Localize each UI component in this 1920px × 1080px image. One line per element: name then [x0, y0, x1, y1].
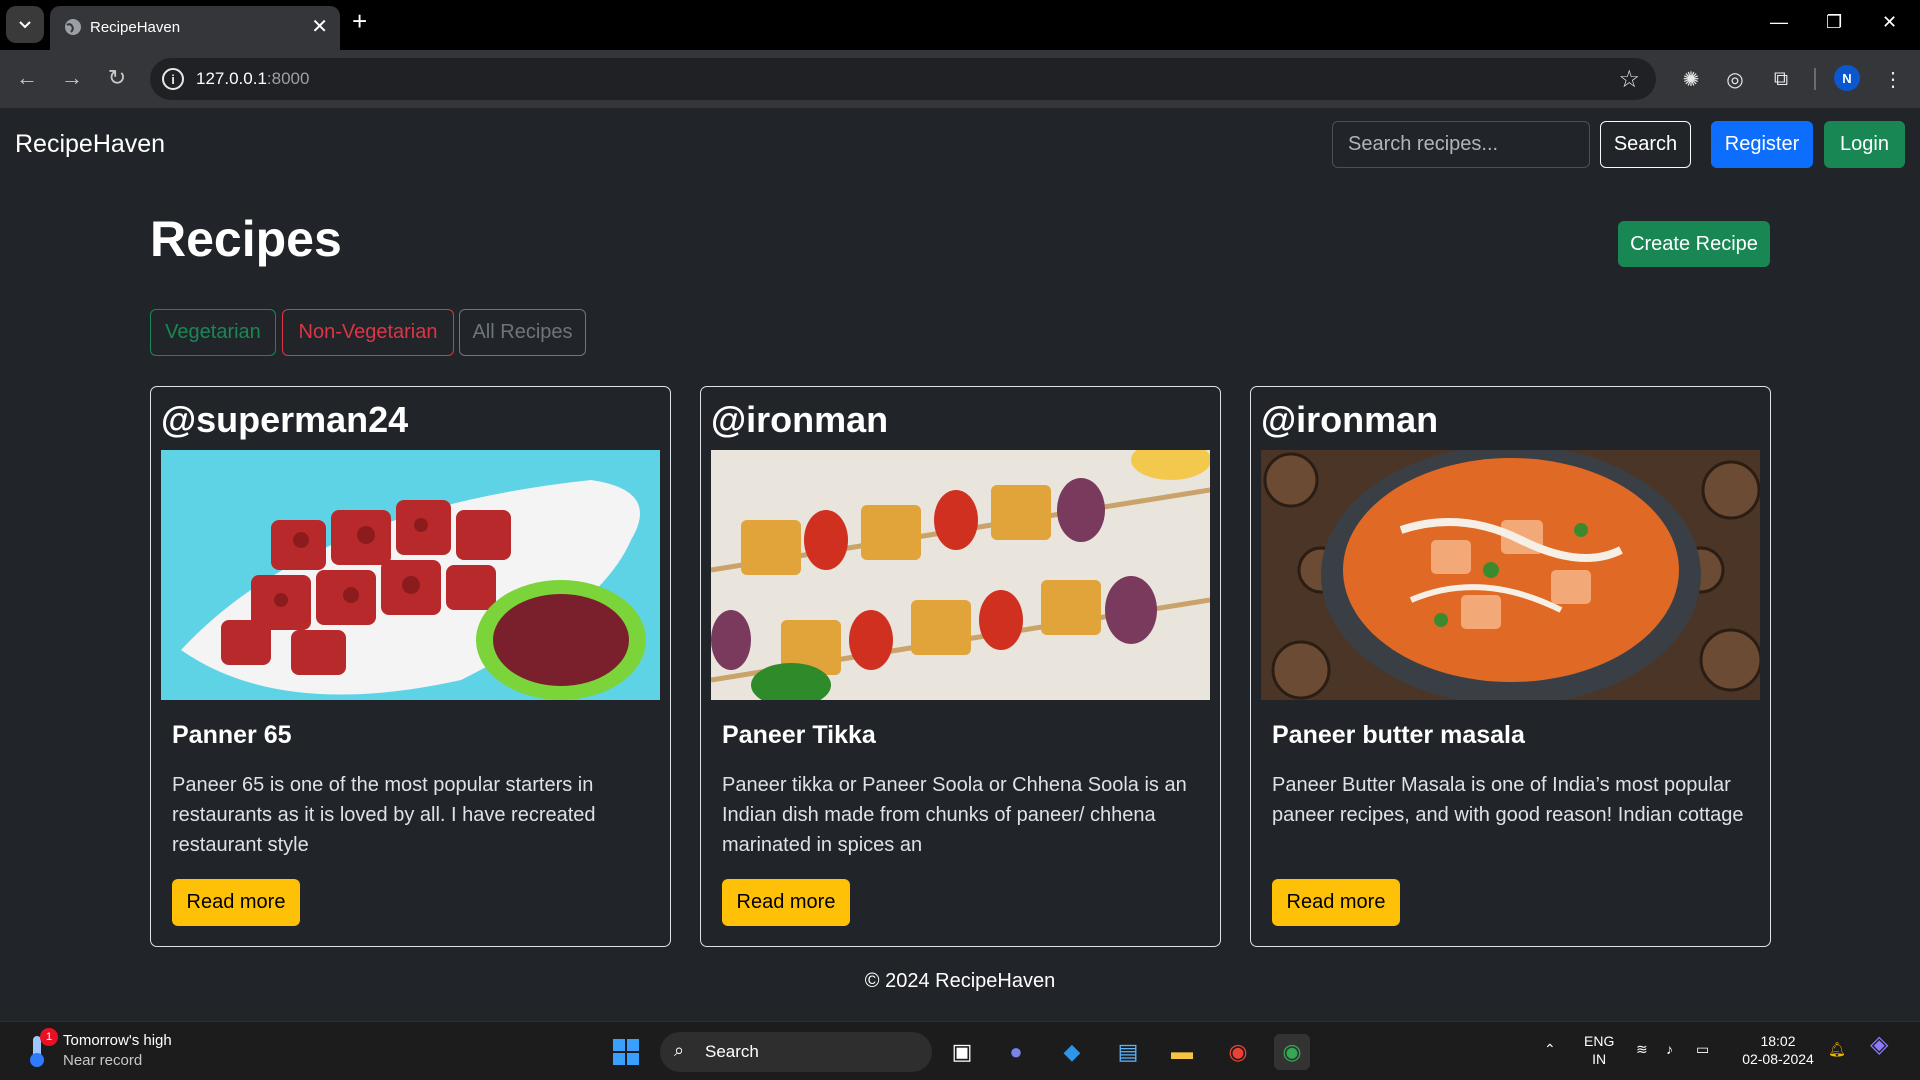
app-navbar: RecipeHaven Search Register Login	[0, 108, 1920, 182]
task-view-icon[interactable]: ▣	[944, 1034, 980, 1070]
register-button[interactable]: Register	[1711, 121, 1813, 168]
chevron-down-icon	[19, 20, 31, 28]
footer-copyright: © 2024 RecipeHaven	[864, 970, 1056, 992]
notification-bell-icon[interactable]: 🔔︎	[1828, 1040, 1846, 1058]
card-description: Paneer tikka or Paneer Soola or Chhena S…	[722, 774, 1187, 856]
reload-icon[interactable]: ↻	[101, 62, 133, 94]
create-recipe-button[interactable]: Create Recipe	[1618, 221, 1770, 267]
weather-subtitle[interactable]: Near record	[63, 1052, 142, 1069]
taskbar-search-label: Search	[705, 1042, 759, 1061]
globe-icon	[65, 19, 81, 35]
read-more-button[interactable]: Read more	[1272, 879, 1400, 926]
read-more-button[interactable]: Read more	[722, 879, 850, 926]
extension-check-icon[interactable]: ◎	[1720, 64, 1750, 94]
brand-logo[interactable]: RecipeHaven	[15, 130, 165, 159]
card-description: Paneer 65 is one of the most popular sta…	[172, 774, 596, 856]
windows-taskbar: 1 Tomorrow's high Near record ⌕ Search ▣…	[0, 1021, 1920, 1080]
card-author: @ironman	[1261, 399, 1439, 440]
chrome-profile-icon[interactable]: ◉	[1274, 1034, 1310, 1070]
forward-icon[interactable]: →	[56, 62, 88, 94]
profile-avatar[interactable]: N	[1834, 65, 1860, 91]
filter-non-vegetarian-button[interactable]: Non-Vegetarian	[282, 309, 454, 356]
search-input[interactable]	[1332, 121, 1590, 168]
bookmark-star-icon[interactable]: ☆	[1618, 65, 1640, 94]
weather-badge: 1	[40, 1028, 58, 1046]
copilot-icon[interactable]: ◈	[1870, 1033, 1888, 1057]
recipe-card: @superman24 Panner 65 Paneer 65 is one o…	[150, 386, 671, 947]
recipe-image	[161, 450, 660, 700]
address-bar[interactable]: i 127.0.0.1:8000 ☆	[150, 58, 1656, 100]
weather-title[interactable]: Tomorrow's high	[63, 1032, 172, 1049]
windows-start-icon[interactable]	[608, 1034, 644, 1070]
site-info-icon[interactable]: i	[162, 68, 184, 90]
browser-tab[interactable]: RecipeHaven ✕	[50, 6, 340, 50]
recipe-card: @ironman Paneer butter masala Paneer But…	[1250, 386, 1771, 947]
notepad-icon[interactable]: ▤	[1110, 1034, 1146, 1070]
extensions-puzzle-icon[interactable]: ⧉	[1766, 64, 1796, 94]
url-text: 127.0.0.1:8000	[196, 69, 310, 88]
card-title: Paneer butter masala	[1272, 721, 1525, 749]
tab-title: RecipeHaven	[90, 19, 181, 36]
taskbar-search[interactable]: ⌕ Search	[660, 1032, 932, 1072]
filter-all-recipes-button[interactable]: All Recipes	[459, 309, 586, 356]
vscode-icon[interactable]: ◆	[1054, 1034, 1090, 1070]
card-author: @superman24	[161, 399, 409, 440]
toolbar-divider	[1814, 68, 1816, 90]
volume-icon[interactable]: ♪	[1666, 1040, 1673, 1058]
show-hidden-icons-icon[interactable]: ⌃	[1544, 1040, 1556, 1058]
card-author: @ironman	[711, 399, 889, 440]
wifi-icon[interactable]: ≋	[1636, 1040, 1648, 1058]
card-title: Paneer Tikka	[722, 721, 876, 749]
meet-app-icon[interactable]: ●	[998, 1034, 1034, 1070]
page-title: Recipes	[150, 211, 342, 267]
chrome-icon[interactable]: ◉	[1220, 1034, 1256, 1070]
battery-icon[interactable]: ▭	[1696, 1040, 1709, 1058]
search-button[interactable]: Search	[1600, 121, 1691, 168]
card-description: Paneer Butter Masala is one of India’s m…	[1272, 774, 1744, 826]
login-button[interactable]: Login	[1824, 121, 1905, 168]
close-tab-icon[interactable]: ✕	[311, 14, 328, 39]
back-icon[interactable]: ←	[11, 62, 43, 94]
recipe-card: @ironman Paneer Tikka Paneer tikka or Pa	[700, 386, 1221, 947]
search-icon: ⌕	[674, 1040, 685, 1060]
language-indicator[interactable]: ENG IN	[1584, 1032, 1614, 1068]
extension-gear-icon[interactable]: ✺	[1676, 64, 1706, 94]
browser-toolbar: ← → ↻ i 127.0.0.1:8000 ☆ ✺ ◎ ⧉ N ⋮	[0, 50, 1920, 108]
menu-kebab-icon[interactable]: ⋮	[1878, 64, 1908, 94]
restore-icon[interactable]: ❐	[1826, 12, 1842, 33]
recipe-image	[1261, 450, 1760, 700]
minimize-icon[interactable]: —	[1770, 12, 1788, 33]
file-explorer-icon[interactable]: ▬	[1164, 1034, 1200, 1070]
filter-vegetarian-button[interactable]: Vegetarian	[150, 309, 276, 356]
clock[interactable]: 18:02 02-08-2024	[1738, 1032, 1818, 1068]
new-tab-icon[interactable]: +	[352, 8, 367, 34]
card-title: Panner 65	[172, 721, 292, 749]
close-window-icon[interactable]: ✕	[1882, 12, 1897, 33]
browser-tabstrip: RecipeHaven ✕ + — ❐ ✕	[0, 0, 1920, 50]
recipe-image	[711, 450, 1210, 700]
read-more-button[interactable]: Read more	[172, 879, 300, 926]
tab-search-button[interactable]	[6, 6, 44, 43]
